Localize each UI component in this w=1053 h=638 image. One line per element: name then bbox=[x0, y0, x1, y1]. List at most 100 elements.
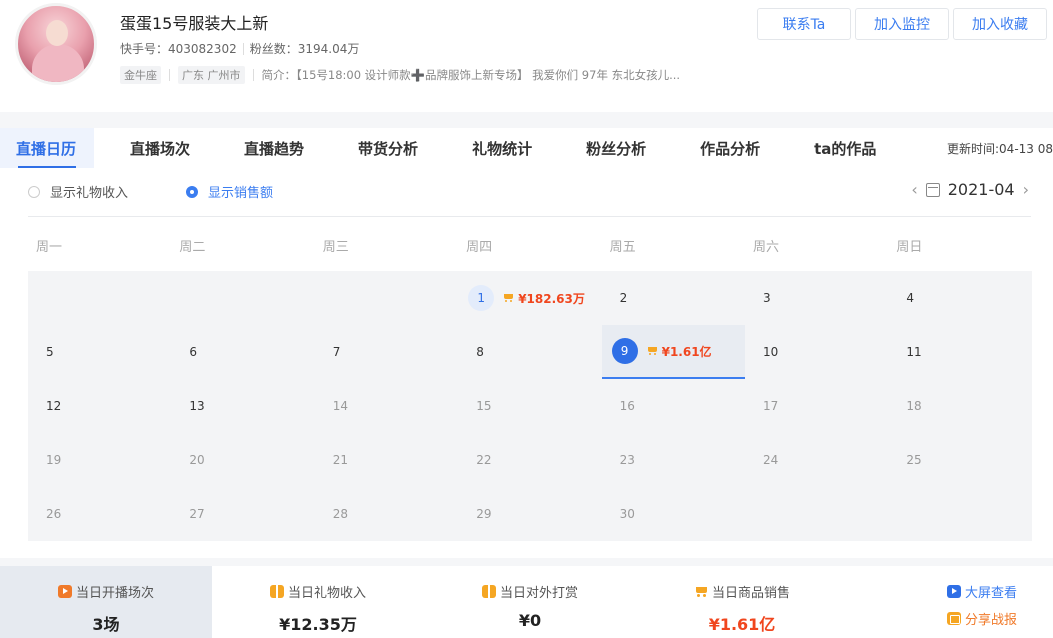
tab-2[interactable]: 直播趋势 bbox=[226, 128, 322, 168]
calendar-day[interactable]: 8 bbox=[458, 325, 601, 379]
calendar-day[interactable]: 22 bbox=[458, 433, 601, 487]
avatar[interactable] bbox=[15, 3, 97, 85]
radio-checked-icon bbox=[186, 185, 199, 198]
cart-icon bbox=[646, 346, 658, 356]
stat-gift-label-row: 当日礼物收入 bbox=[269, 582, 366, 601]
add-favorite-button[interactable]: 加入收藏 bbox=[953, 8, 1047, 40]
toggle-sales-label: 显示销售额 bbox=[208, 186, 274, 201]
day-number: 10 bbox=[763, 345, 779, 359]
tab-5[interactable]: 粉丝分析 bbox=[568, 128, 664, 168]
calendar-day[interactable]: 9 ¥1.61亿 bbox=[601, 325, 745, 379]
tab-7[interactable]: ta的作品 bbox=[796, 128, 894, 168]
next-month-icon[interactable]: › bbox=[1023, 180, 1029, 199]
calendar-day[interactable]: 2 bbox=[602, 271, 745, 325]
stat-sales-value: ¥1.61亿 bbox=[708, 615, 776, 634]
calendar-day[interactable]: 3 bbox=[745, 271, 888, 325]
screen-icon bbox=[947, 585, 961, 598]
tab-0[interactable]: 直播日历 bbox=[0, 128, 95, 168]
daily-stats-bar: 当日开播场次 3场 当日礼物收入 ¥12.35万 当日对外打赏 ¥0 当日商品销… bbox=[0, 566, 1053, 638]
stat-tip[interactable]: 当日对外打赏 ¥0 bbox=[424, 566, 636, 638]
day-number: 3 bbox=[763, 291, 771, 305]
calendar-day[interactable]: 18 bbox=[888, 379, 1031, 433]
tab-6[interactable]: 作品分析 bbox=[682, 128, 778, 168]
calendar-day[interactable]: 28 bbox=[315, 487, 458, 541]
day-number: 11 bbox=[906, 345, 922, 359]
profile-header: 蛋蛋15号服装大上新 快手号：403082302 粉丝数：3194.04万 金牛… bbox=[0, 0, 1053, 112]
calendar-day[interactable]: 27 bbox=[171, 487, 314, 541]
calendar-day[interactable]: 14 bbox=[315, 379, 458, 433]
stat-sales[interactable]: 当日商品销售 ¥1.61亿 bbox=[636, 566, 848, 638]
day-number: 18 bbox=[906, 399, 922, 413]
avatar-figure bbox=[32, 44, 84, 82]
calendar-day[interactable]: 25 bbox=[888, 433, 1031, 487]
calendar-day[interactable]: 19 bbox=[28, 433, 171, 487]
calendar-day[interactable]: 13 bbox=[171, 379, 314, 433]
calendar-day[interactable]: 26 bbox=[28, 487, 171, 541]
calendar-day[interactable]: 5 bbox=[28, 325, 171, 379]
tag-divider bbox=[252, 69, 254, 81]
streamer-name: 蛋蛋15号服装大上新 bbox=[120, 14, 269, 33]
stat-tip-label: 当日对外打赏 bbox=[499, 586, 578, 601]
weekday-label: 周日 bbox=[896, 240, 923, 255]
contact-button[interactable]: 联系Ta bbox=[757, 8, 851, 40]
toggle-gift-income-label: 显示礼物收入 bbox=[50, 186, 129, 201]
prev-month-icon[interactable]: ‹ bbox=[911, 180, 917, 199]
calendar-day[interactable]: 6 bbox=[171, 325, 314, 379]
calendar-day[interactable]: 11 bbox=[888, 325, 1031, 379]
day-number: 6 bbox=[189, 345, 198, 359]
weekday-label: 周一 bbox=[36, 240, 63, 255]
current-month[interactable]: 2021-04 bbox=[948, 180, 1015, 199]
day-number: 14 bbox=[332, 399, 349, 413]
share-report-link[interactable]: 分享战报 bbox=[947, 609, 1053, 628]
stat-gift-income[interactable]: 当日礼物收入 ¥12.35万 bbox=[212, 566, 424, 638]
calendar-day[interactable]: 24 bbox=[745, 433, 888, 487]
side-links: 大屏查看 分享战报 bbox=[933, 566, 1053, 638]
calendar-day[interactable]: 12 bbox=[28, 379, 171, 433]
calendar-day[interactable]: 20 bbox=[171, 433, 314, 487]
big-screen-label: 大屏查看 bbox=[965, 586, 1018, 601]
day-number: 20 bbox=[189, 453, 205, 467]
calendar-day[interactable]: 15 bbox=[458, 379, 601, 433]
weekday-label: 周三 bbox=[322, 240, 349, 255]
profile-meta: 快手号：403082302 粉丝数：3194.04万 bbox=[120, 40, 359, 57]
weekday-label: 周五 bbox=[609, 240, 636, 255]
day-number: 21 bbox=[332, 453, 349, 467]
tab-4[interactable]: 礼物统计 bbox=[454, 128, 550, 168]
toggle-gift-income[interactable]: 显示礼物收入 bbox=[28, 182, 128, 201]
calendar-day[interactable]: 1 ¥182.63万 bbox=[458, 271, 601, 325]
calendar-day[interactable]: 29 bbox=[458, 487, 601, 541]
day-number: 22 bbox=[476, 453, 492, 467]
calendar-day[interactable]: 17 bbox=[745, 379, 888, 433]
day-number: 8 bbox=[476, 345, 484, 359]
calendar-day[interactable]: 4 bbox=[888, 271, 1031, 325]
calendar-day[interactable]: 21 bbox=[315, 433, 458, 487]
big-screen-link[interactable]: 大屏查看 bbox=[947, 582, 1053, 601]
tab-3[interactable]: 带货分析 bbox=[340, 128, 436, 168]
tab-1[interactable]: 直播场次 bbox=[112, 128, 208, 168]
stat-tip-label-row: 当日对外打赏 bbox=[481, 582, 578, 601]
calendar-day[interactable]: 16 bbox=[602, 379, 745, 433]
toggle-sales[interactable]: 显示销售额 bbox=[186, 182, 273, 201]
divider bbox=[28, 216, 1031, 217]
calendar-day[interactable]: 7 bbox=[315, 325, 458, 379]
day-number: 19 bbox=[46, 453, 62, 467]
tab-bar: 直播日历 直播场次 直播趋势 带货分析 礼物统计 粉丝分析 作品分析 ta的作品 bbox=[0, 128, 1053, 168]
add-monitor-button[interactable]: 加入监控 bbox=[855, 8, 949, 40]
kuaishou-id: 快手号：403082302 bbox=[120, 42, 237, 56]
day-number: 17 bbox=[763, 399, 779, 413]
calendar-day[interactable]: 10 bbox=[745, 325, 888, 379]
share-report-label: 分享战报 bbox=[965, 613, 1018, 628]
cart-icon bbox=[694, 585, 708, 598]
stat-sales-label: 当日商品销售 bbox=[711, 586, 790, 601]
calendar-day[interactable]: 23 bbox=[602, 433, 745, 487]
stat-sessions-label: 当日开播场次 bbox=[75, 586, 154, 601]
stat-gift-value: ¥12.35万 bbox=[279, 615, 357, 634]
calendar-day[interactable]: 30 bbox=[602, 487, 745, 541]
gift-icon bbox=[481, 585, 496, 598]
day-number: 4 bbox=[906, 291, 915, 305]
day-number: 28 bbox=[332, 507, 349, 521]
day-sales: ¥182.63万 bbox=[502, 290, 585, 307]
stat-sessions[interactable]: 当日开播场次 3场 bbox=[0, 566, 212, 638]
stat-sessions-label-row: 当日开播场次 bbox=[57, 582, 154, 601]
calendar-icon[interactable] bbox=[925, 182, 940, 197]
